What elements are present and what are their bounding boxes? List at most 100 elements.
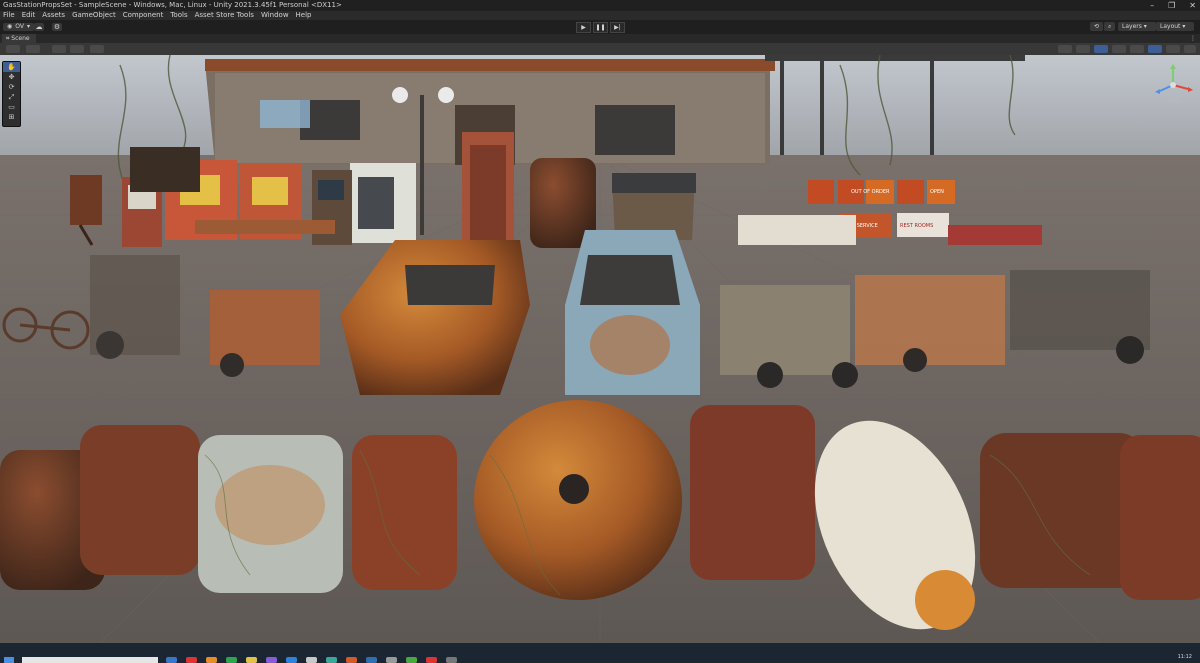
minimize-icon[interactable]: –: [1150, 0, 1154, 11]
golf-cart-white: [720, 215, 858, 388]
taskbar-search-box[interactable]: [22, 657, 158, 663]
draw-mode-dropdown[interactable]: [6, 45, 20, 53]
increment-snap-button[interactable]: [70, 45, 84, 53]
app-icon[interactable]: [206, 657, 217, 663]
barrel-front-5: [690, 405, 815, 580]
view-tool-icon[interactable]: ✋: [3, 62, 20, 72]
menu-asset-store-tools[interactable]: Asset Store Tools: [192, 11, 258, 20]
scene-render: OUT OF ORDER OPEN FULL SERVICE REST ROOM…: [0, 55, 1200, 643]
menu-help[interactable]: Help: [293, 11, 316, 20]
collab-icon[interactable]: ⚙: [52, 23, 62, 31]
app-icon[interactable]: [366, 657, 377, 663]
app-icon[interactable]: [266, 657, 277, 663]
fx-toggle[interactable]: [1112, 45, 1126, 53]
app-icon[interactable]: [346, 657, 357, 663]
layers-label: Layers: [1122, 23, 1142, 30]
menu-file[interactable]: File: [0, 11, 19, 20]
pause-button[interactable]: ❚❚: [593, 22, 608, 33]
search-icon[interactable]: ⌕: [1104, 22, 1116, 31]
transform-tool-icon[interactable]: ⊞: [3, 112, 20, 122]
audio-toggle[interactable]: [1094, 45, 1108, 53]
account-dropdown[interactable]: ◉ OV ▾: [3, 23, 34, 31]
vending-machine: [350, 163, 416, 243]
scene-tab-bar: ⌗ Scene ⋮: [0, 34, 1200, 43]
main-toolbar: ◉ OV ▾ ☁ ⚙ ▶ ❚❚ ▶| ⟲ ⌕ Layers ▾ Layout ▾: [0, 20, 1200, 34]
projection-label[interactable]: Persp: [1167, 99, 1181, 105]
gas-tank-large: [474, 400, 682, 600]
vending-sign-wall: [130, 147, 200, 192]
scene-tab-label: Scene: [11, 35, 30, 42]
motorcycle-rusty: [1010, 270, 1150, 364]
render-mode-button[interactable]: [90, 45, 104, 53]
layout-dropdown[interactable]: Layout ▾: [1156, 22, 1194, 31]
app-icon[interactable]: [326, 657, 337, 663]
app-icon[interactable]: [426, 657, 437, 663]
golf-cart-rusty-right: [855, 275, 1005, 372]
app-icon[interactable]: [406, 657, 417, 663]
menu-bar: File Edit Assets GameObject Component To…: [0, 11, 1200, 20]
taskbar-pinned-apps: [166, 657, 457, 663]
app-icon[interactable]: [246, 657, 257, 663]
2d-toggle[interactable]: [1058, 45, 1072, 53]
hidden-objects-toggle[interactable]: [1130, 45, 1144, 53]
tab-scene[interactable]: ⌗ Scene: [2, 34, 36, 43]
taskbar-clock[interactable]: 11:12: [1178, 654, 1192, 660]
menu-window[interactable]: Window: [258, 11, 293, 20]
menu-gameobject[interactable]: GameObject: [69, 11, 120, 20]
history-icon[interactable]: ⟲: [1090, 22, 1104, 31]
open-sign: OPEN: [930, 189, 944, 195]
lighting-toggle[interactable]: [1076, 45, 1090, 53]
app-icon[interactable]: [166, 657, 177, 663]
wheelchair-cart: [90, 255, 180, 359]
start-button[interactable]: [4, 657, 14, 663]
scene-toolbar: [0, 43, 1200, 55]
menu-assets[interactable]: Assets: [39, 11, 69, 20]
dumpster: [612, 173, 696, 240]
close-icon[interactable]: ✕: [1189, 0, 1196, 11]
play-controls: ▶ ❚❚ ▶|: [576, 22, 625, 33]
gizmos-toggle[interactable]: [1166, 45, 1180, 53]
gizmos-dropdown[interactable]: [1184, 45, 1196, 53]
app-icon[interactable]: [226, 657, 237, 663]
move-tool-icon[interactable]: ✥: [3, 72, 20, 82]
barrel-front-2: [80, 425, 200, 575]
tool-palette: ✋ ✥ ⟳ ⤢ ▭ ⊞: [2, 61, 21, 127]
os-taskbar: 11:12: [0, 643, 1200, 663]
out-of-order-sign: OUT OF ORDER: [851, 189, 890, 195]
app-icon[interactable]: [386, 657, 397, 663]
rusty-car-blue: [565, 230, 700, 395]
barrel-front-4: [352, 435, 457, 590]
menu-component[interactable]: Component: [120, 11, 168, 20]
app-icon[interactable]: [306, 657, 317, 663]
step-button[interactable]: ▶|: [610, 22, 625, 33]
unity-app-icon[interactable]: [446, 657, 457, 663]
app-icon[interactable]: [186, 657, 197, 663]
menu-edit[interactable]: Edit: [19, 11, 40, 20]
rotate-tool-icon[interactable]: ⟳: [3, 82, 20, 92]
scene-viewport[interactable]: OUT OF ORDER OPEN FULL SERVICE REST ROOM…: [0, 55, 1200, 643]
bench-red: [948, 225, 1042, 245]
rect-tool-icon[interactable]: ▭: [3, 102, 20, 112]
window-title: GasStationPropsSet - SampleScene - Windo…: [3, 1, 342, 9]
app-icon[interactable]: [286, 657, 297, 663]
window-title-bar: GasStationPropsSet - SampleScene - Windo…: [0, 0, 1200, 11]
hanging-cloth: [260, 100, 310, 128]
camera-settings-button[interactable]: [1148, 45, 1162, 53]
maximize-icon[interactable]: ❐: [1168, 0, 1175, 11]
menu-tools[interactable]: Tools: [167, 11, 191, 20]
grid-snapping-button[interactable]: [52, 45, 66, 53]
cloud-icon[interactable]: ☁: [34, 23, 44, 31]
layout-label: Layout: [1160, 23, 1181, 30]
shading-dropdown[interactable]: [26, 45, 40, 53]
chevron-down-icon: ▾: [26, 23, 30, 30]
phone-booth: [462, 132, 514, 252]
play-button[interactable]: ▶: [576, 22, 591, 33]
rest-rooms-sign: REST ROOMS: [900, 223, 933, 229]
barrel-front-3: [198, 435, 343, 593]
account-icon: ◉: [7, 23, 13, 30]
barrel-front-7: [1120, 435, 1200, 600]
account-label: OV: [15, 23, 24, 30]
layers-dropdown[interactable]: Layers ▾: [1118, 22, 1156, 31]
more-options-icon[interactable]: ⋮: [1190, 34, 1196, 43]
scale-tool-icon[interactable]: ⤢: [3, 92, 20, 102]
